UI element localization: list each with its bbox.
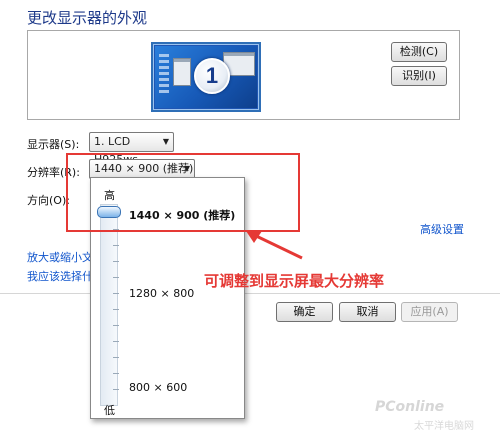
button-row-divider bbox=[0, 293, 500, 294]
monitor-1-thumbnail[interactable]: 1 bbox=[151, 42, 261, 112]
display-select[interactable]: 1. LCD H925ws ▼ bbox=[89, 132, 174, 166]
slider-low-label: 低 bbox=[104, 404, 115, 417]
annotation-arrow-icon bbox=[246, 231, 303, 260]
monitor-number-badge: 1 bbox=[194, 58, 230, 94]
display-label: 显示器(S): bbox=[27, 138, 80, 151]
desktop-sidebar-decoration bbox=[159, 54, 169, 102]
resolution-option[interactable]: 1280 × 800 bbox=[129, 287, 194, 300]
page-title: 更改显示器的外观 bbox=[27, 9, 148, 27]
resolution-option[interactable]: 800 × 600 bbox=[129, 381, 187, 394]
chevron-down-icon: ▼ bbox=[162, 137, 169, 146]
annotation-text: 可调整到显示屏最大分辨率 bbox=[204, 272, 385, 290]
highlight-box bbox=[66, 153, 300, 232]
cancel-button[interactable]: 取消 bbox=[339, 302, 396, 322]
ok-button[interactable]: 确定 bbox=[276, 302, 333, 322]
watermark-logo: PConline bbox=[375, 399, 445, 415]
identify-button[interactable]: 识别(I) bbox=[391, 66, 447, 86]
resolution-slider-track[interactable] bbox=[100, 204, 119, 406]
apply-button: 应用(A) bbox=[401, 302, 458, 322]
orientation-label: 方向(O): bbox=[27, 194, 70, 207]
advanced-settings-link[interactable]: 高级设置 bbox=[420, 221, 464, 237]
mini-window-icon bbox=[173, 58, 191, 86]
watermark-tagline: 太平洋电脑网 bbox=[414, 421, 474, 432]
detect-button[interactable]: 检测(C) bbox=[391, 42, 447, 62]
